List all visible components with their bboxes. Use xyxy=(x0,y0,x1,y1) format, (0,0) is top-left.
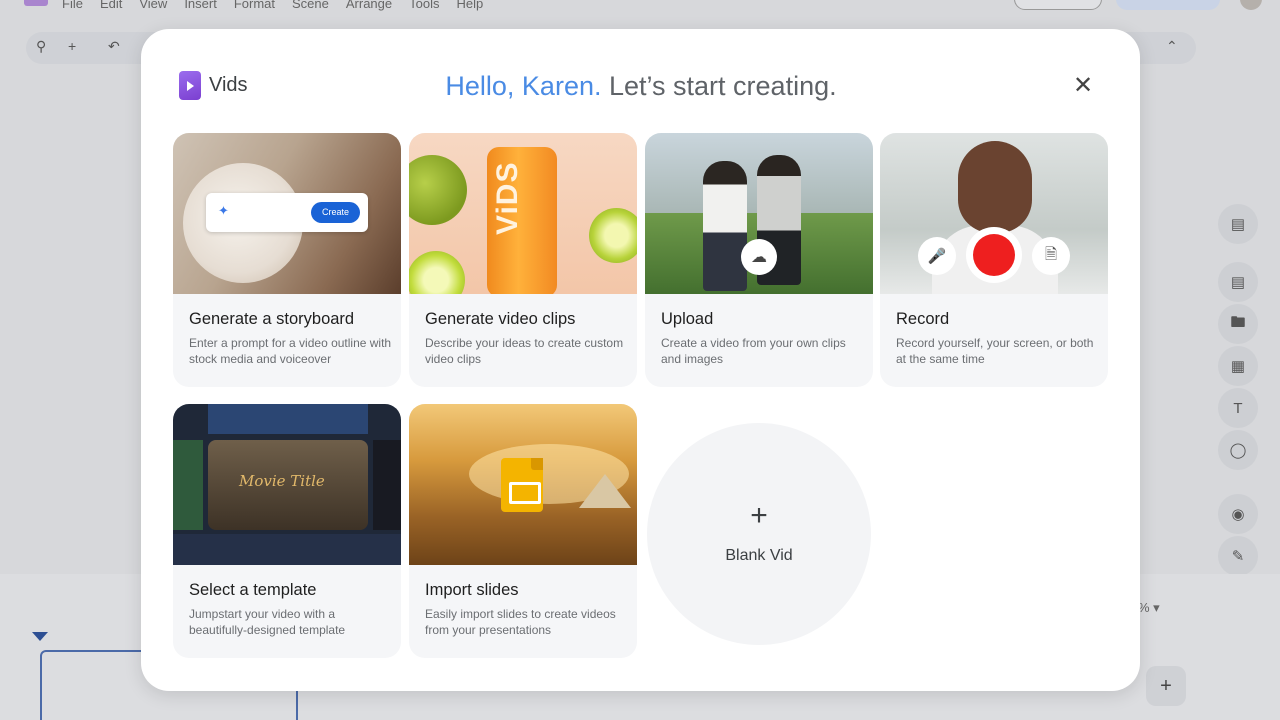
template-tile xyxy=(208,404,368,434)
add-scene-button[interactable]: + xyxy=(1146,666,1186,706)
primary-button[interactable] xyxy=(1116,0,1220,10)
slides-image xyxy=(409,404,637,565)
app-logo xyxy=(24,0,48,6)
lime-image xyxy=(409,155,467,225)
greeting: Hello, Karen. xyxy=(445,71,602,101)
text-icon[interactable]: T xyxy=(1218,388,1258,428)
person-image xyxy=(703,161,747,291)
template-tile xyxy=(373,440,401,530)
card-record[interactable]: 🎤 🗎 Record Record yourself, your screen,… xyxy=(880,133,1108,387)
card-description: Create a video from your own clips and i… xyxy=(661,336,846,366)
menu-file[interactable]: File xyxy=(62,0,83,11)
folder-icon[interactable]: 🖿 xyxy=(1218,304,1258,344)
menu-view[interactable]: View xyxy=(139,0,167,11)
lime-slice-image xyxy=(589,208,637,263)
right-rail: ▤ ▤ 🖿 ▦ T ◯ ◉ ✎ xyxy=(1214,196,1264,596)
upload-image: ☁ xyxy=(645,133,873,294)
create-button-preview: Create xyxy=(311,202,360,223)
add-icon[interactable]: + xyxy=(68,38,76,54)
close-button[interactable]: ✕ xyxy=(1069,73,1097,101)
card-title: Import slides xyxy=(425,581,519,599)
menu-list: File Edit View Insert Format Scene Arran… xyxy=(62,0,483,11)
playhead-marker[interactable] xyxy=(32,632,48,641)
card-upload[interactable]: ☁ Upload Create a video from your own cl… xyxy=(645,133,873,387)
shapes-icon[interactable]: ◯ xyxy=(1218,430,1258,470)
can-label: ViDS xyxy=(491,161,524,235)
document-icon: 🗎 xyxy=(1032,237,1070,275)
template-tile xyxy=(173,440,203,530)
start-dialog: Vids Hello, Karen. Let’s start creating.… xyxy=(141,29,1140,691)
script-icon[interactable]: ✎ xyxy=(1218,536,1258,576)
card-title: Upload xyxy=(661,310,714,328)
template-title-text: Movie Title xyxy=(239,472,325,490)
blank-vid-label: Blank Vid xyxy=(725,547,793,564)
prompt-box: ✦ Create xyxy=(206,193,368,232)
panel-icon[interactable]: ▤ xyxy=(1218,262,1258,302)
undo-icon[interactable]: ↶ xyxy=(108,38,120,55)
record-dot-icon xyxy=(973,234,1015,276)
zoom-control[interactable]: % ▾ xyxy=(1138,600,1160,616)
menu-format[interactable]: Format xyxy=(234,0,275,11)
tent-image xyxy=(579,474,631,508)
microphone-icon: 🎤 xyxy=(918,237,956,275)
lime-slice-image xyxy=(409,251,465,294)
card-description: Easily import slides to create videos fr… xyxy=(425,607,616,637)
share-button[interactable] xyxy=(1014,0,1102,10)
card-title: Select a template xyxy=(189,581,317,599)
storyboard-image: ✦ Create xyxy=(173,133,401,294)
headline-rest: Let’s start creating. xyxy=(601,71,837,101)
card-description: Enter a prompt for a video outline with … xyxy=(189,336,392,366)
menu-tools[interactable]: Tools xyxy=(409,0,439,11)
sparkle-icon: ✦ xyxy=(218,203,229,218)
menu-scene[interactable]: Scene xyxy=(292,0,329,11)
menu-help[interactable]: Help xyxy=(456,0,483,11)
template-tile xyxy=(173,534,401,565)
menu-bar: File Edit View Insert Format Scene Arran… xyxy=(0,0,1280,20)
add-media-icon[interactable]: ▤ xyxy=(1218,204,1258,244)
avatar[interactable] xyxy=(1240,0,1262,10)
collapse-chevron-icon[interactable]: ⌃ xyxy=(1166,38,1178,55)
menu-insert[interactable]: Insert xyxy=(184,0,217,11)
cloud-upload-icon: ☁ xyxy=(741,239,777,275)
template-image: Movie Title xyxy=(173,404,401,565)
clips-image: ViDS xyxy=(409,133,637,294)
card-title: Generate a storyboard xyxy=(189,310,355,328)
image-icon[interactable]: ▦ xyxy=(1218,346,1258,386)
card-title: Record xyxy=(896,310,950,328)
card-description: Jumpstart your video with a beautifully-… xyxy=(189,607,346,637)
card-description: Record yourself, your screen, or both at… xyxy=(896,336,1094,366)
person-face-image xyxy=(958,141,1032,233)
card-select-template[interactable]: Movie Title Select a template Jumpstart … xyxy=(173,404,401,658)
plus-icon: + xyxy=(750,499,768,532)
slides-icon xyxy=(501,458,543,512)
menu-edit[interactable]: Edit xyxy=(100,0,122,11)
card-import-slides[interactable]: Import slides Easily import slides to cr… xyxy=(409,404,637,658)
blank-vid-button[interactable]: + Blank Vid xyxy=(647,423,871,645)
search-icon[interactable]: ⚲ xyxy=(36,38,46,55)
card-title: Generate video clips xyxy=(425,310,576,328)
page-title: Hello, Karen. Let’s start creating. xyxy=(141,71,1141,102)
record-button-preview xyxy=(966,227,1022,283)
record-icon[interactable]: ◉ xyxy=(1218,494,1258,534)
card-description: Describe your ideas to create custom vid… xyxy=(425,336,624,366)
card-generate-storyboard[interactable]: ✦ Create Generate a storyboard Enter a p… xyxy=(173,133,401,387)
record-image: 🎤 🗎 xyxy=(880,133,1108,294)
card-generate-video-clips[interactable]: ViDS Generate video clips Describe your … xyxy=(409,133,637,387)
menu-arrange[interactable]: Arrange xyxy=(346,0,392,11)
